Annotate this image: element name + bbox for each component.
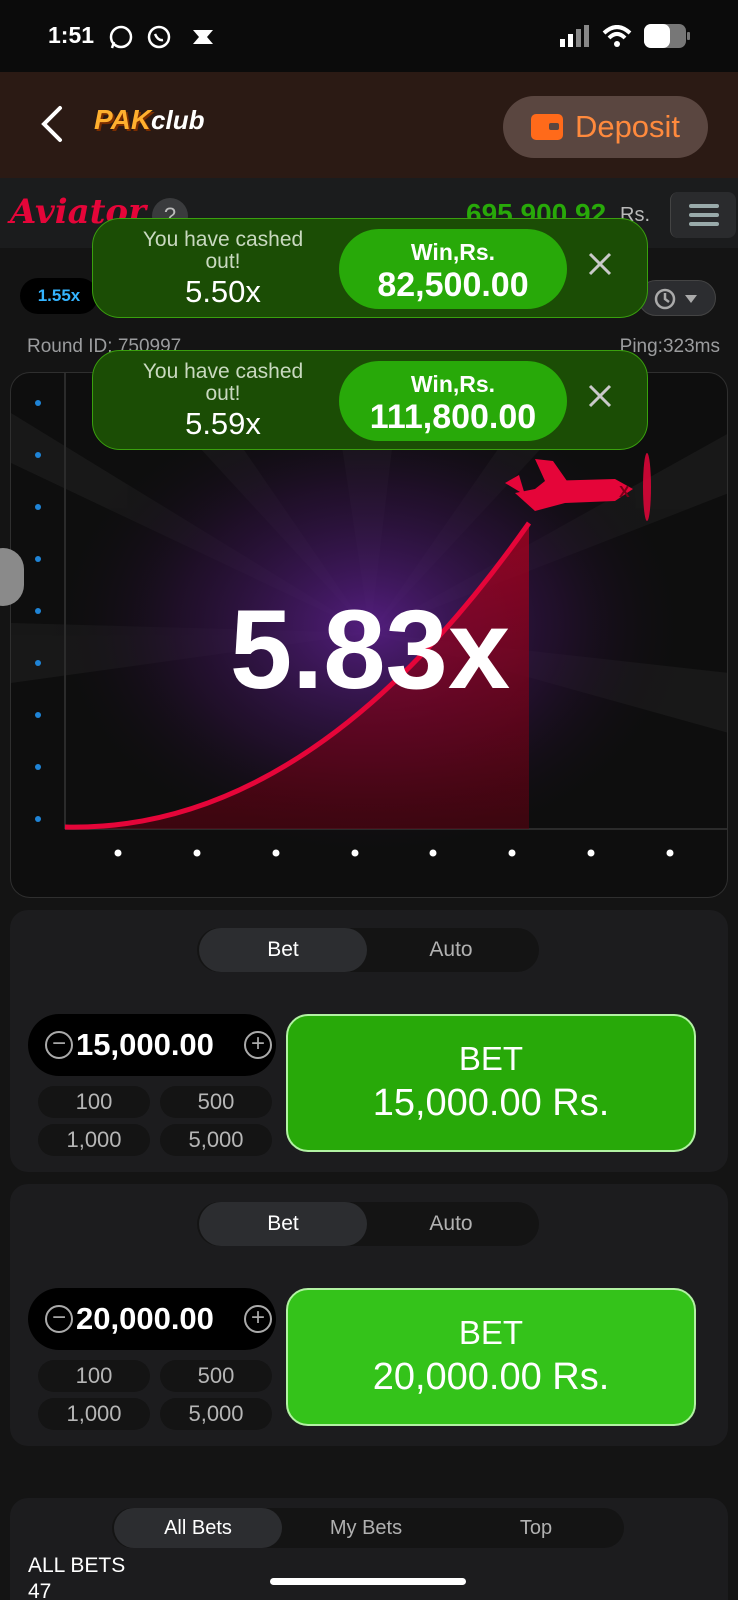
quick-amount-button[interactable]: 1,000 [38, 1398, 150, 1430]
bet-button-label: BET [458, 1040, 524, 1077]
signal-icon [560, 25, 589, 47]
deposit-button[interactable]: Deposit [503, 96, 708, 158]
pakclub-logo[interactable]: PAKclub [94, 104, 205, 144]
bet-panel-2: Bet Auto − 20,000.00 + 100 500 1,000 5,0… [10, 1184, 728, 1446]
win-label: Win,Rs. [410, 239, 496, 265]
history-clock-icon [654, 288, 697, 310]
quick-amount-button[interactable]: 500 [160, 1086, 272, 1118]
battery-icon [644, 24, 690, 48]
win-label: Win,Rs. [410, 371, 496, 397]
back-arrow-icon[interactable] [38, 104, 68, 144]
cashout-toast: You have cashed out! 5.59x Win,Rs. 111,80… [92, 350, 648, 450]
cashout-message: You have cashed out! [142, 360, 304, 405]
current-multiplier: 5.83x [229, 587, 511, 712]
minus-button[interactable]: − [45, 1031, 73, 1059]
all-bets-count: 47 [28, 1580, 52, 1600]
win-badge: Win,Rs. 82,500.00 [339, 229, 567, 309]
minus-button[interactable]: − [45, 1305, 73, 1333]
all-bets-title: ALL BETS [28, 1554, 126, 1577]
bet-button-amount: 20,000.00 Rs. [372, 1356, 610, 1398]
history-toggle-button[interactable] [638, 280, 716, 316]
deposit-label: Deposit [574, 109, 681, 144]
home-indicator[interactable] [270, 1578, 466, 1585]
bet-panel-1: Bet Auto − 15,000.00 + 100 500 1,000 5,0… [10, 910, 728, 1172]
tab-my-bets[interactable]: My Bets [282, 1508, 450, 1548]
cashout-multiplier: 5.59x [185, 406, 261, 441]
quick-amount-button[interactable]: 5,000 [160, 1398, 272, 1430]
wifi-icon [602, 25, 632, 47]
cashout-toast: You have cashed out! 5.50x Win,Rs. 82,500… [92, 218, 648, 318]
app-notification-icon [193, 30, 213, 44]
stake-stepper: − 20,000.00 + [28, 1288, 276, 1350]
stake-value[interactable]: 15,000.00 [76, 1027, 214, 1063]
stake-stepper: − 15,000.00 + [28, 1014, 276, 1076]
svg-text:X: X [619, 484, 630, 501]
tab-top[interactable]: Top [452, 1508, 620, 1548]
tab-bet[interactable]: Bet [199, 928, 367, 972]
bet-button[interactable]: BET 20,000.00 Rs. [286, 1288, 696, 1426]
whatsapp-icon [147, 25, 171, 49]
bets-tabs: All Bets My Bets Top [112, 1508, 624, 1548]
bet-button-label: BET [458, 1314, 524, 1351]
wallet-icon [530, 114, 563, 140]
plus-button[interactable]: + [244, 1031, 272, 1059]
status-bar: 1:51 [0, 0, 738, 72]
bet-button[interactable]: BET 15,000.00 Rs. [286, 1014, 696, 1152]
bet-mode-tabs: Bet Auto [197, 928, 539, 972]
quick-amount-button[interactable]: 100 [38, 1360, 150, 1392]
menu-button[interactable] [670, 192, 736, 238]
chevron-down-icon [685, 295, 697, 303]
quick-amount-button[interactable]: 100 [38, 1086, 150, 1118]
tab-all-bets[interactable]: All Bets [114, 1508, 282, 1548]
bet-button-amount: 15,000.00 Rs. [372, 1082, 610, 1124]
quick-amount-button[interactable]: 1,000 [38, 1124, 150, 1156]
clock: 1:51 [48, 22, 95, 48]
cashout-message: You have cashed out! [142, 228, 304, 273]
quick-amount-button[interactable]: 5,000 [160, 1124, 272, 1156]
bet-mode-tabs: Bet Auto [197, 1202, 539, 1246]
close-icon[interactable] [585, 381, 615, 411]
whatsapp-business-icon [109, 25, 133, 49]
tab-auto[interactable]: Auto [367, 928, 535, 972]
system-indicators [560, 24, 690, 48]
tab-bet[interactable]: Bet [199, 1202, 367, 1246]
plus-button[interactable]: + [244, 1305, 272, 1333]
site-header: PAKclub Deposit [0, 72, 738, 178]
cashout-multiplier: 5.50x [185, 274, 261, 309]
win-badge: Win,Rs. 111,800.00 [339, 361, 567, 441]
win-amount: 111,800.00 [369, 398, 537, 436]
quick-amount-button[interactable]: 500 [160, 1360, 272, 1392]
win-amount: 82,500.00 [377, 266, 529, 304]
game-canvas: X 5.83x [10, 372, 728, 898]
menu-icon [689, 204, 719, 208]
tab-auto[interactable]: Auto [367, 1202, 535, 1246]
close-icon[interactable] [585, 249, 615, 279]
stake-value[interactable]: 20,000.00 [76, 1301, 214, 1337]
history-multiplier[interactable]: 1.55x [20, 278, 98, 314]
